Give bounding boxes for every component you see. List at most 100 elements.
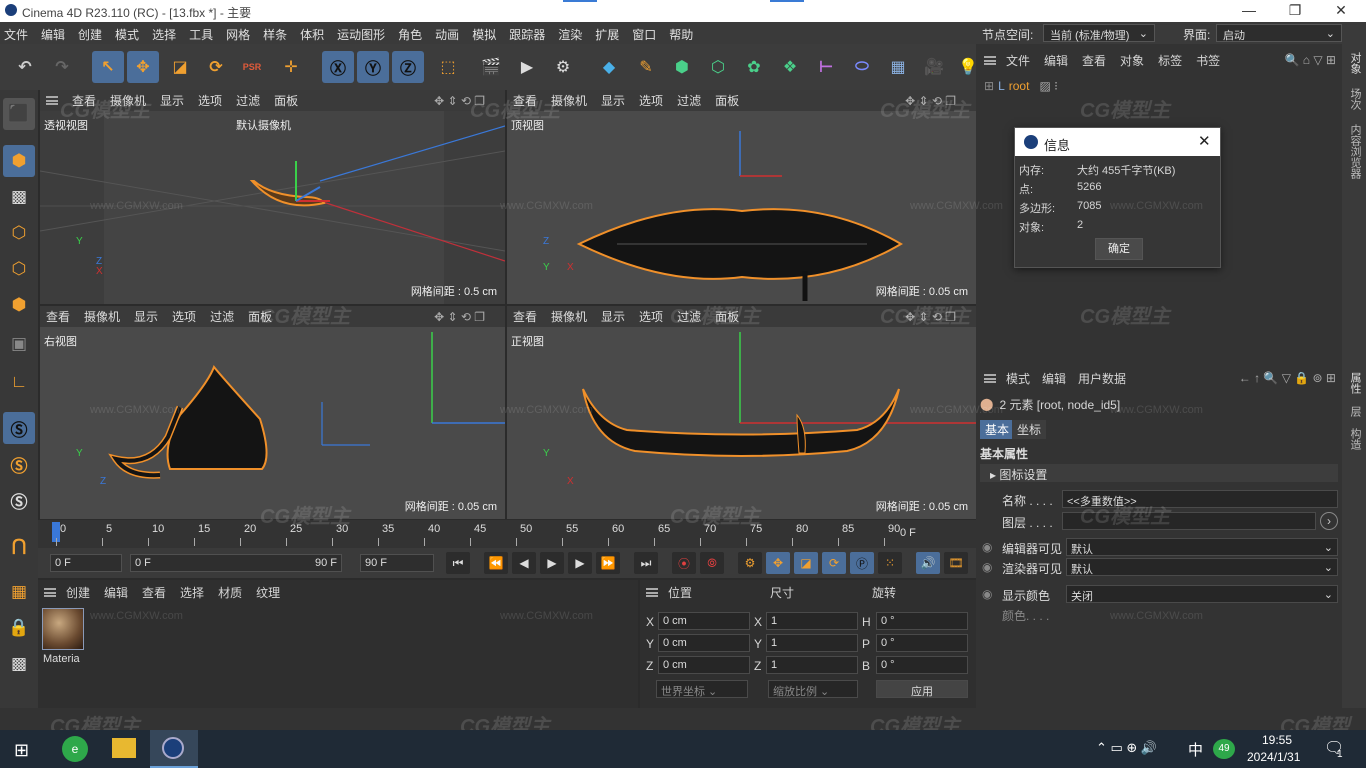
play-icon[interactable]: ▶ [540, 552, 564, 574]
key-scale-icon[interactable]: ◪ [794, 552, 818, 574]
visibility-toggle-icon[interactable]: ▨ ⁝ [1039, 79, 1058, 93]
menu-item-14[interactable]: 渲染 [558, 26, 582, 43]
keyframe-toggle-icon[interactable]: ◉ [982, 560, 992, 574]
clock-time[interactable]: 19:55 [1262, 733, 1292, 747]
vp-menu-camera[interactable]: 摄像机 [551, 308, 587, 325]
vp-menu-camera[interactable]: 摄像机 [551, 92, 587, 109]
attr-menu-edit[interactable]: 编辑 [1042, 370, 1066, 387]
solo-hierarchy-icon[interactable]: Ⓢ [3, 484, 35, 516]
material-name[interactable]: Materia [43, 653, 80, 665]
polygons-mode-icon[interactable]: ⬢ [3, 289, 35, 321]
close-icon[interactable]: ✕ [1198, 132, 1211, 150]
obj-menu-object[interactable]: 对象 [1120, 52, 1144, 69]
mat-menu-material[interactable]: 材质 [218, 584, 242, 601]
rotation-field[interactable]: 0 ° [876, 656, 968, 674]
hamburger-icon[interactable] [44, 587, 56, 597]
menu-item-12[interactable]: 模拟 [472, 26, 496, 43]
tab-structure[interactable]: 构造 [1347, 428, 1363, 450]
vp-menu-panel[interactable]: 面板 [715, 92, 739, 109]
record-icon[interactable]: ⦿ [672, 552, 696, 574]
viewport-nav-icon[interactable]: ✥ ⇕ ⟲ ❐ [434, 94, 485, 108]
texture-mode-icon[interactable]: ▩ [3, 181, 35, 213]
array-icon[interactable]: ❖ [774, 51, 806, 83]
menu-item-6[interactable]: 网格 [226, 26, 250, 43]
auto-key-icon[interactable]: ⦾ [700, 552, 724, 574]
vp-menu-options[interactable]: 选项 [198, 92, 222, 109]
vp-menu-panel[interactable]: 面板 [715, 308, 739, 325]
undo-icon[interactable]: ↶ [9, 51, 41, 83]
keyframe-toggle-icon[interactable]: ◉ [982, 587, 992, 601]
vp-menu-options[interactable]: 选项 [639, 308, 663, 325]
key-param-icon[interactable]: Ⓟ [850, 552, 874, 574]
vp-menu-display[interactable]: 显示 [134, 308, 158, 325]
menu-item-5[interactable]: 工具 [189, 26, 213, 43]
viewport-top[interactable]: 查看 摄像机 显示 选项 过滤 面板 ✥ ⇕ ⟲ ❐ 顶视图 Z Y X 网格间… [507, 90, 976, 304]
position-field[interactable]: 0 cm [658, 656, 750, 674]
obj-menu-file[interactable]: 文件 [1006, 52, 1030, 69]
viewport-perspective[interactable]: 查看 摄像机 显示 选项 过滤 面板 ✥ ⇕ ⟲ ❐ 透视视图 默认摄像机 Y … [40, 90, 505, 304]
windows-start-icon[interactable]: ⊞ [14, 740, 29, 761]
environment-icon[interactable]: ▦ [882, 51, 914, 83]
minimize-button[interactable]: — [1234, 2, 1264, 18]
hamburger-icon[interactable] [984, 373, 996, 383]
tab-content-browser[interactable]: 内容浏览器 [1347, 124, 1363, 179]
snap-icon[interactable]: Ⓢ [3, 412, 35, 444]
make-editable-icon[interactable]: ⬛ [3, 98, 35, 130]
menu-item-9[interactable]: 运动图形 [337, 26, 385, 43]
z-axis-lock-icon[interactable]: Ⓩ [392, 51, 424, 83]
menu-item-0[interactable]: 文件 [4, 26, 28, 43]
display-color-select[interactable]: 关闭 ⌄ [1066, 585, 1338, 603]
tab-objects[interactable]: 对象 [1347, 52, 1363, 74]
clock-date[interactable]: 2024/1/31 [1247, 750, 1300, 764]
menu-item-11[interactable]: 动画 [435, 26, 459, 43]
edges-mode-icon[interactable]: ⬡ [3, 253, 35, 285]
goto-start-icon[interactable]: ⏮ [446, 552, 470, 574]
prev-frame-icon[interactable]: ◀ [512, 552, 536, 574]
mat-menu-create[interactable]: 创建 [66, 584, 90, 601]
mat-menu-edit[interactable]: 编辑 [104, 584, 128, 601]
uv-mode-icon[interactable]: ▣ [3, 328, 35, 360]
tree-expand-icon[interactable]: ⊞ [984, 79, 994, 93]
workplane-icon[interactable]: ▦ [3, 576, 35, 608]
size-field[interactable]: 1 [766, 634, 858, 652]
vp-menu-options[interactable]: 选项 [172, 308, 196, 325]
rotation-field[interactable]: 0 ° [876, 612, 968, 630]
x-axis-lock-icon[interactable]: Ⓧ [322, 51, 354, 83]
current-frame-field[interactable]: 0 F [50, 554, 122, 572]
frame-range-slider[interactable]: 0 F 90 F [130, 554, 342, 572]
viewport-nav-icon[interactable]: ✥ ⇕ ⟲ ❐ [905, 310, 956, 324]
vp-menu-panel[interactable]: 面板 [248, 308, 272, 325]
subdivision-icon[interactable]: ⬢ [666, 51, 698, 83]
viewport-nav-icon[interactable]: ✥ ⇕ ⟲ ❐ [905, 94, 956, 108]
keyframe-toggle-icon[interactable]: ◉ [982, 540, 992, 554]
tab-basic[interactable]: 基本 [980, 420, 1015, 439]
scale-mode-select[interactable]: 缩放比例 ⌄ [768, 680, 858, 698]
hamburger-icon[interactable] [646, 587, 658, 597]
hamburger-icon[interactable] [984, 55, 996, 65]
editor-visible-select[interactable]: 默认 ⌄ [1066, 538, 1338, 556]
vp-menu-filter[interactable]: 过滤 [210, 308, 234, 325]
obj-menu-bookmarks[interactable]: 书签 [1196, 52, 1220, 69]
coordinate-system-icon[interactable]: ⬚ [432, 51, 464, 83]
cloner-icon[interactable]: ✿ [738, 51, 770, 83]
obj-menu-view[interactable]: 查看 [1082, 52, 1106, 69]
goto-end-icon[interactable]: ⏭ [634, 552, 658, 574]
menu-item-13[interactable]: 跟踪器 [509, 26, 545, 43]
solo-icon[interactable]: Ⓢ [3, 448, 35, 480]
apply-button[interactable]: 应用 [876, 680, 968, 698]
layer-menu-icon[interactable]: › [1320, 512, 1338, 530]
tab-takes[interactable]: 场次 [1347, 88, 1363, 110]
viewport-nav-icon[interactable]: ✥ ⇕ ⟲ ❐ [434, 310, 485, 324]
vp-menu-display[interactable]: 显示 [160, 92, 184, 109]
material-thumbnail[interactable] [42, 608, 84, 650]
browser-icon[interactable]: e [62, 736, 88, 762]
hamburger-icon[interactable] [46, 96, 58, 105]
tab-attributes[interactable]: 属性 [1347, 372, 1363, 394]
vp-menu-view[interactable]: 查看 [513, 308, 537, 325]
menu-item-4[interactable]: 选择 [152, 26, 176, 43]
rotation-field[interactable]: 0 ° [876, 634, 968, 652]
menu-item-3[interactable]: 模式 [115, 26, 139, 43]
cube-primitive-icon[interactable]: ◆ [593, 51, 625, 83]
lock-workplane-icon[interactable]: 🔒 [3, 612, 35, 644]
vp-menu-filter[interactable]: 过滤 [677, 92, 701, 109]
